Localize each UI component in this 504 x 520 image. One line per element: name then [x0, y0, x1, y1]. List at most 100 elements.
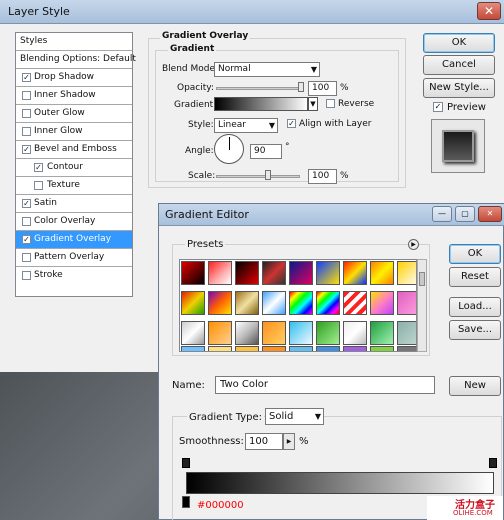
scale-slider-handle[interactable]: [265, 170, 271, 180]
outer-glow-item[interactable]: Outer Glow: [16, 105, 132, 123]
layer-style-titlebar[interactable]: Layer Style ✕: [0, 0, 504, 24]
smoothness-input[interactable]: 100: [245, 433, 283, 450]
presets-scrollbar[interactable]: [417, 259, 427, 352]
preset-swatch[interactable]: [181, 291, 205, 315]
checkbox-checked-icon[interactable]: ✓: [22, 235, 31, 244]
reverse-checkbox[interactable]: [326, 99, 335, 108]
gradient-type-select[interactable]: Solid ▼: [265, 408, 324, 425]
preset-swatch[interactable]: [343, 291, 367, 315]
contour-item[interactable]: ✓ Contour: [16, 159, 132, 177]
preset-swatch[interactable]: [343, 346, 367, 351]
preset-swatch[interactable]: [181, 321, 205, 345]
inner-glow-item[interactable]: Inner Glow: [16, 123, 132, 141]
minimize-icon[interactable]: —: [432, 206, 452, 222]
preset-swatch[interactable]: [262, 321, 286, 345]
scale-slider[interactable]: [216, 175, 300, 178]
opacity-input[interactable]: 100: [308, 81, 337, 96]
preset-swatch[interactable]: [208, 291, 232, 315]
inner-shadow-item[interactable]: Inner Shadow: [16, 87, 132, 105]
preset-swatch[interactable]: [289, 261, 313, 285]
checkbox-icon[interactable]: [34, 181, 43, 190]
satin-item[interactable]: ✓ Satin: [16, 195, 132, 213]
preset-swatch[interactable]: [235, 291, 259, 315]
preset-swatch[interactable]: [289, 321, 313, 345]
preset-swatch[interactable]: [181, 261, 205, 285]
save-button[interactable]: Save...: [449, 320, 501, 340]
preset-swatch[interactable]: [316, 321, 340, 345]
checkbox-icon[interactable]: [22, 109, 31, 118]
reset-button[interactable]: Reset: [449, 267, 501, 287]
preset-swatch[interactable]: [235, 261, 259, 285]
checkbox-icon[interactable]: [22, 217, 31, 226]
scale-input[interactable]: 100: [308, 169, 337, 184]
preset-swatch[interactable]: [289, 346, 313, 351]
blend-mode-select[interactable]: Normal ▼: [214, 62, 320, 77]
bevel-emboss-item[interactable]: ✓ Bevel and Emboss: [16, 141, 132, 159]
scrollbar-thumb[interactable]: [419, 272, 425, 286]
preview-checkbox-checked-icon[interactable]: ✓: [433, 102, 443, 112]
opacity-slider[interactable]: [216, 87, 304, 90]
name-input[interactable]: Two Color: [215, 376, 435, 394]
checkbox-checked-icon[interactable]: ✓: [22, 145, 31, 154]
preset-swatch[interactable]: [370, 346, 394, 351]
smoothness-arrow-icon[interactable]: ▶: [283, 433, 295, 450]
color-overlay-item[interactable]: Color Overlay: [16, 213, 132, 231]
pattern-overlay-item[interactable]: Pattern Overlay: [16, 249, 132, 267]
load-button[interactable]: Load...: [449, 297, 501, 317]
checkbox-icon[interactable]: [22, 271, 31, 280]
preset-swatch[interactable]: [343, 261, 367, 285]
chevron-down-icon[interactable]: ▼: [308, 97, 318, 111]
preset-swatch[interactable]: [316, 261, 340, 285]
stroke-item[interactable]: Stroke: [16, 267, 132, 285]
blending-options-item[interactable]: Blending Options: Default: [16, 51, 136, 69]
preset-swatch[interactable]: [235, 346, 259, 351]
cancel-button[interactable]: Cancel: [423, 55, 495, 75]
new-button[interactable]: New: [449, 376, 501, 396]
presets-menu-icon[interactable]: ▶: [408, 239, 419, 250]
gradient-overlay-item[interactable]: ✓ Gradient Overlay: [16, 231, 132, 249]
styles-item[interactable]: Styles: [16, 33, 132, 51]
close-icon[interactable]: ✕: [478, 206, 502, 222]
preset-swatch[interactable]: [370, 291, 394, 315]
preset-swatch[interactable]: [208, 346, 232, 351]
preset-swatch[interactable]: [370, 261, 394, 285]
drop-shadow-item[interactable]: ✓ Drop Shadow: [16, 69, 132, 87]
ok-button[interactable]: OK: [449, 244, 501, 264]
preset-swatch[interactable]: [397, 346, 416, 351]
angle-dial[interactable]: [214, 134, 244, 164]
style-select[interactable]: Linear ▼: [214, 118, 278, 133]
new-style-button[interactable]: New Style...: [423, 78, 495, 98]
preset-swatch[interactable]: [316, 291, 340, 315]
gradient-preview[interactable]: [214, 97, 308, 111]
preset-swatch[interactable]: [262, 291, 286, 315]
checkbox-checked-icon[interactable]: ✓: [22, 199, 31, 208]
checkbox-icon[interactable]: [22, 253, 31, 262]
gradient-editor-titlebar[interactable]: Gradient Editor — ▢ ✕: [159, 204, 504, 226]
maximize-icon[interactable]: ▢: [455, 206, 475, 222]
checkbox-icon[interactable]: [22, 91, 31, 100]
opacity-stop-left[interactable]: [182, 458, 190, 468]
preset-swatch[interactable]: [397, 321, 416, 345]
angle-input[interactable]: 90: [250, 144, 282, 159]
preset-swatch[interactable]: [181, 346, 205, 351]
preset-swatch[interactable]: [208, 261, 232, 285]
preset-swatch[interactable]: [289, 291, 313, 315]
preset-swatch[interactable]: [370, 321, 394, 345]
align-checkbox-checked-icon[interactable]: ✓: [287, 119, 296, 128]
opacity-stop-right[interactable]: [489, 458, 497, 468]
preset-swatch[interactable]: [262, 346, 286, 351]
ok-button[interactable]: OK: [423, 33, 495, 53]
close-icon[interactable]: ✕: [477, 2, 501, 20]
preset-swatch[interactable]: [397, 291, 416, 315]
gradient-bar[interactable]: [186, 472, 494, 494]
texture-item[interactable]: Texture: [16, 177, 132, 195]
checkbox-checked-icon[interactable]: ✓: [34, 163, 43, 172]
checkbox-icon[interactable]: [22, 127, 31, 136]
checkbox-checked-icon[interactable]: ✓: [22, 73, 31, 82]
preset-swatch[interactable]: [397, 261, 416, 285]
preset-swatch[interactable]: [235, 321, 259, 345]
preset-swatch[interactable]: [343, 321, 367, 345]
preset-swatch[interactable]: [208, 321, 232, 345]
color-stop-left[interactable]: [182, 496, 190, 508]
opacity-slider-handle[interactable]: [298, 82, 304, 92]
